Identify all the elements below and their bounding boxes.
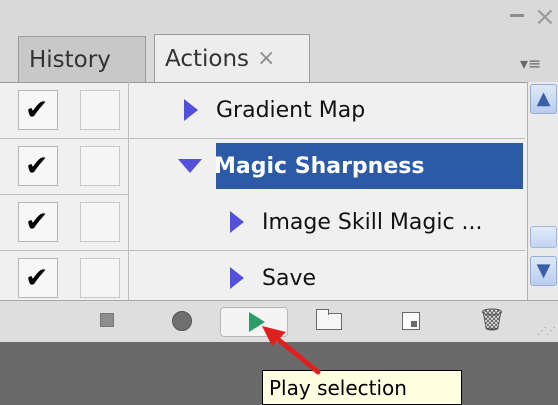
action-row[interactable]: ✔ Gradient Map bbox=[0, 83, 525, 139]
window-close-icon[interactable]: × bbox=[534, 2, 556, 32]
column-divider bbox=[128, 82, 129, 300]
toggle-checkbox[interactable]: ✔ bbox=[18, 202, 58, 242]
record-button[interactable] bbox=[172, 311, 192, 331]
action-name: Save bbox=[262, 265, 317, 291]
tab-actions[interactable]: Actions × bbox=[154, 34, 310, 82]
tab-actions-label: Actions bbox=[165, 45, 250, 72]
resize-grip-icon[interactable]: ⋰⋰ bbox=[537, 326, 556, 337]
stop-button[interactable] bbox=[100, 313, 114, 327]
tab-bar: History Actions × × ▾≡ bbox=[0, 0, 558, 82]
expand-triangle-icon[interactable] bbox=[230, 211, 244, 233]
play-icon bbox=[249, 312, 265, 332]
toggle-checkbox[interactable]: ✔ bbox=[18, 146, 58, 186]
play-selection-button[interactable] bbox=[220, 307, 288, 337]
dialog-toggle[interactable] bbox=[80, 258, 120, 298]
scroll-thumb[interactable] bbox=[530, 226, 557, 248]
toggle-checkbox[interactable]: ✔ bbox=[18, 90, 58, 130]
tab-close-icon[interactable]: × bbox=[257, 46, 275, 71]
actions-toolbar: 🗑 bbox=[0, 300, 558, 342]
play-selection-tooltip: Play selection bbox=[262, 370, 462, 405]
action-set-name: Magic Sharpness bbox=[214, 153, 425, 179]
collapse-triangle-icon[interactable] bbox=[178, 159, 202, 173]
new-set-folder-icon[interactable] bbox=[316, 309, 342, 330]
checkmark-icon: ✔ bbox=[25, 261, 49, 294]
action-name: Image Skill Magic ... bbox=[262, 209, 483, 235]
checkmark-icon: ✔ bbox=[25, 149, 49, 182]
delete-trash-icon[interactable]: 🗑 bbox=[478, 309, 506, 335]
vertical-scrollbar[interactable]: ▲ ▼ bbox=[527, 82, 558, 300]
tab-history-label: History bbox=[29, 46, 111, 73]
actions-panel: History Actions × × ▾≡ ✔ Gradient Map ✔ … bbox=[0, 0, 558, 405]
action-row[interactable]: ✔ Image Skill Magic ... bbox=[0, 195, 525, 251]
expand-triangle-icon[interactable] bbox=[230, 267, 244, 289]
dialog-toggle[interactable] bbox=[80, 146, 120, 186]
minimize-icon[interactable] bbox=[510, 14, 524, 17]
scroll-up-icon[interactable]: ▲ bbox=[530, 84, 557, 114]
toggle-checkbox[interactable]: ✔ bbox=[18, 258, 58, 298]
expand-triangle-icon[interactable] bbox=[184, 99, 198, 121]
new-action-icon[interactable] bbox=[402, 312, 420, 330]
action-row-selected[interactable]: ✔ Magic Sharpness bbox=[0, 139, 525, 195]
tab-history[interactable]: History bbox=[18, 36, 146, 82]
checkmark-icon: ✔ bbox=[25, 205, 49, 238]
action-name: Gradient Map bbox=[216, 97, 366, 123]
checkmark-icon: ✔ bbox=[25, 93, 49, 126]
dialog-toggle[interactable] bbox=[80, 90, 120, 130]
scroll-down-icon[interactable]: ▼ bbox=[530, 256, 557, 286]
dialog-toggle[interactable] bbox=[80, 202, 120, 242]
action-row[interactable]: ✔ Save bbox=[0, 251, 525, 305]
actions-list: ✔ Gradient Map ✔ Magic Sharpness ✔ Image… bbox=[0, 82, 558, 300]
panel-menu-icon[interactable]: ▾≡ bbox=[520, 54, 541, 73]
